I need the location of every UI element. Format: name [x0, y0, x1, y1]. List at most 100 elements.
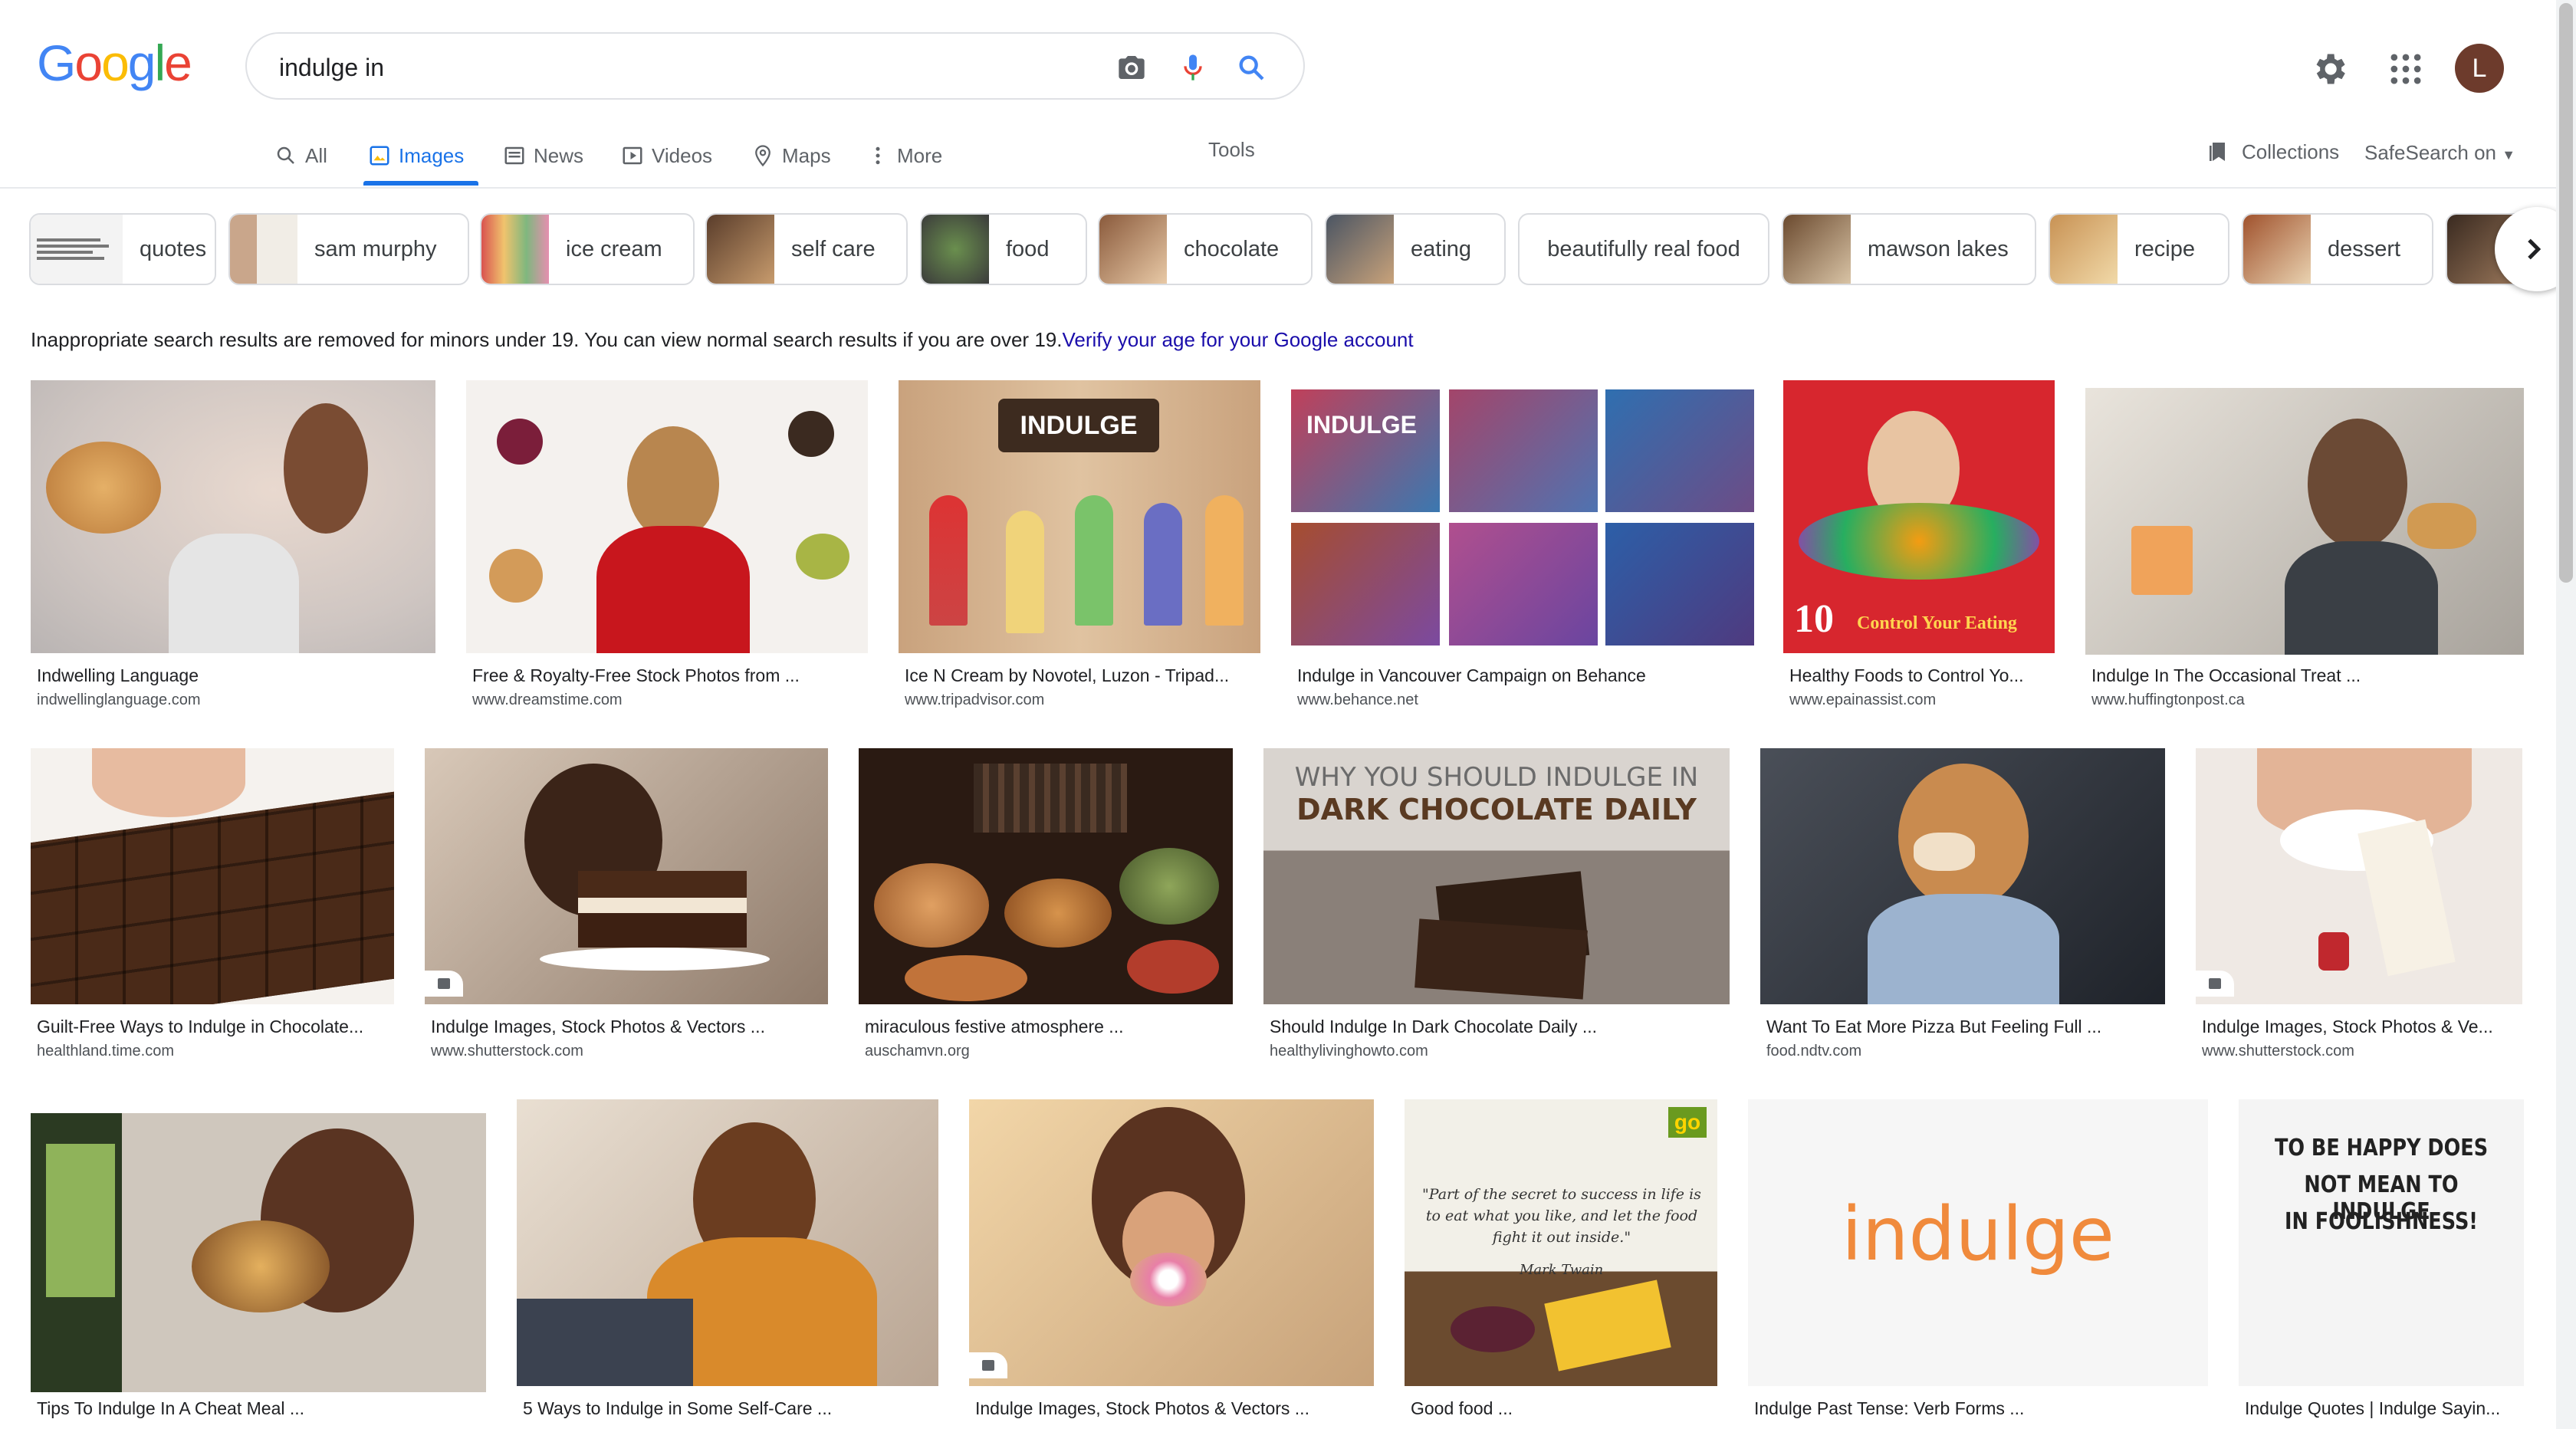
result-title[interactable]: Indulge Images, Stock Photos & Vectors .…: [975, 1398, 1374, 1419]
result-title[interactable]: Healthy Foods to Control Yo...: [1789, 665, 2055, 686]
tab-label: Videos: [652, 143, 713, 167]
chip-self-care[interactable]: self care: [705, 213, 908, 285]
result-title[interactable]: Tips To Indulge In A Cheat Meal ...: [37, 1398, 486, 1419]
chip-eating[interactable]: eating: [1325, 213, 1506, 285]
microphone-icon[interactable]: [1175, 49, 1211, 86]
image-text: WHY YOU SHOULD INDULGE IN: [1294, 762, 1699, 793]
result-source: healthland.time.com: [37, 1043, 174, 1059]
tab-more[interactable]: More: [866, 129, 942, 182]
chip-label: food: [1006, 236, 1050, 261]
result-source: food.ndtv.com: [1766, 1043, 1862, 1059]
tab-label: Maps: [782, 143, 831, 167]
result-source: www.shutterstock.com: [2202, 1043, 2354, 1059]
result-source: www.epainassist.com: [1789, 692, 1937, 708]
result-image[interactable]: INDULGE: [899, 380, 1260, 653]
result-image[interactable]: [31, 380, 435, 653]
result-image[interactable]: [859, 748, 1233, 1004]
result-source: www.huffingtonpost.ca: [2091, 692, 2245, 708]
result-title[interactable]: Ice N Cream by Novotel, Luzon - Tripad..…: [905, 665, 1260, 686]
tab-label: More: [897, 143, 943, 167]
search-icon[interactable]: [1233, 49, 1270, 86]
chip-thumbnail: [31, 215, 123, 284]
result-source: www.behance.net: [1297, 692, 1418, 708]
chip-food[interactable]: food: [920, 213, 1087, 285]
result-title[interactable]: Indulge Images, Stock Photos & Vectors .…: [431, 1017, 828, 1037]
result-image[interactable]: [969, 1099, 1374, 1386]
chip-mawson-lakes[interactable]: mawson lakes: [1782, 213, 2036, 285]
result-image[interactable]: [466, 380, 868, 653]
chip-label: sam murphy: [314, 236, 437, 261]
collections-button[interactable]: Collections: [2206, 140, 2339, 164]
chip-label: dessert: [2328, 236, 2401, 261]
tab-all[interactable]: All: [274, 129, 327, 182]
chip-label: recipe: [2134, 236, 2195, 261]
tab-maps[interactable]: Maps: [751, 129, 831, 182]
google-logo[interactable]: Google: [37, 34, 192, 92]
result-title[interactable]: miraculous festive atmosphere ...: [865, 1017, 1233, 1037]
chip-chocolate[interactable]: chocolate: [1098, 213, 1313, 285]
image-text: INDULGE: [998, 399, 1159, 452]
result-title[interactable]: Want To Eat More Pizza But Feeling Full …: [1766, 1017, 2165, 1037]
result-source: healthylivinghowto.com: [1270, 1043, 1428, 1059]
tab-images[interactable]: Images: [368, 129, 464, 182]
result-image[interactable]: [425, 748, 828, 1004]
tab-news[interactable]: News: [503, 129, 583, 182]
result-source: www.tripadvisor.com: [905, 692, 1045, 708]
avatar[interactable]: L: [2455, 44, 2504, 93]
result-title[interactable]: Indulge Past Tense: Verb Forms ...: [1754, 1398, 2208, 1419]
tab-label: All: [305, 143, 327, 167]
tools-button[interactable]: Tools: [1208, 138, 1255, 162]
result-image[interactable]: WHY YOU SHOULD INDULGE IN DARK CHOCOLATE…: [1263, 748, 1730, 1004]
chip-label: beautifully real food: [1547, 236, 1740, 261]
chip-label: chocolate: [1184, 236, 1280, 261]
result-title[interactable]: Indwelling Language: [37, 665, 435, 686]
image-text: TO BE HAPPY DOES: [2274, 1135, 2489, 1161]
result-image[interactable]: [31, 1113, 486, 1392]
result-title[interactable]: 5 Ways to Indulge in Some Self-Care ...: [523, 1398, 938, 1419]
result-image[interactable]: [2085, 388, 2524, 655]
image-text: "Part of the secret to success in life i…: [1422, 1186, 1701, 1246]
result-title[interactable]: Indulge in Vancouver Campaign on Behance: [1297, 665, 1754, 686]
chip-beautifully-real-food[interactable]: beautifully real food: [1518, 213, 1769, 285]
chip-recipe[interactable]: recipe: [2049, 213, 2229, 285]
result-title[interactable]: Indulge Quotes | Indulge Sayin...: [2245, 1398, 2524, 1419]
result-image[interactable]: [517, 1099, 938, 1386]
chip-sam-murphy[interactable]: sam murphy: [228, 213, 469, 285]
chip-thumbnail: [481, 215, 549, 284]
collections-icon: [2210, 143, 2225, 161]
tab-label: News: [534, 143, 584, 167]
tab-active-indicator: [363, 181, 478, 186]
result-image[interactable]: INDULGE: [1291, 380, 1754, 653]
tab-label: Images: [399, 143, 465, 167]
result-title[interactable]: Indulge In The Occasional Treat ...: [2091, 665, 2524, 686]
result-title[interactable]: Should Indulge In Dark Chocolate Daily .…: [1270, 1017, 1730, 1037]
result-title[interactable]: Guilt-Free Ways to Indulge in Chocolate.…: [37, 1017, 394, 1037]
search-box: [245, 32, 1305, 100]
chip-thumbnail: [1326, 215, 1394, 284]
chip-label: eating: [1411, 236, 1472, 261]
image-text: IN FOOLISHNESS!: [2285, 1208, 2478, 1235]
result-image[interactable]: [1760, 748, 2165, 1004]
chip-dessert[interactable]: dessert: [2242, 213, 2433, 285]
result-image[interactable]: [31, 748, 394, 1004]
safesearch-dropdown[interactable]: SafeSearch on ▼: [2364, 141, 2515, 165]
camera-icon[interactable]: [1113, 49, 1150, 86]
apps-grid-icon[interactable]: [2386, 49, 2426, 89]
chip-thumbnail: [1783, 215, 1851, 284]
scrollbar-thumb[interactable]: [2559, 3, 2573, 583]
result-title[interactable]: Good food ...: [1411, 1398, 1717, 1419]
search-input[interactable]: [278, 48, 1047, 87]
chip-quotes[interactable]: quotes: [29, 213, 216, 285]
result-image[interactable]: indulge: [1748, 1099, 2208, 1386]
result-title[interactable]: Free & Royalty-Free Stock Photos from ..…: [472, 665, 868, 686]
result-image[interactable]: [2196, 748, 2522, 1004]
tab-videos[interactable]: Videos: [621, 129, 712, 182]
result-title[interactable]: Indulge Images, Stock Photos & Ve...: [2202, 1017, 2522, 1037]
gear-icon[interactable]: [2309, 49, 2349, 89]
result-image[interactable]: 10 Control Your Eating: [1783, 380, 2055, 653]
verify-age-link[interactable]: Verify your age for your Google account: [1062, 328, 1413, 351]
result-image[interactable]: TO BE HAPPY DOES NOT MEAN TO INDULGE IN …: [2239, 1099, 2524, 1386]
chip-ice-cream[interactable]: ice cream: [480, 213, 695, 285]
result-source: www.shutterstock.com: [431, 1043, 583, 1059]
result-image[interactable]: go "Part of the secret to success in lif…: [1405, 1099, 1717, 1386]
